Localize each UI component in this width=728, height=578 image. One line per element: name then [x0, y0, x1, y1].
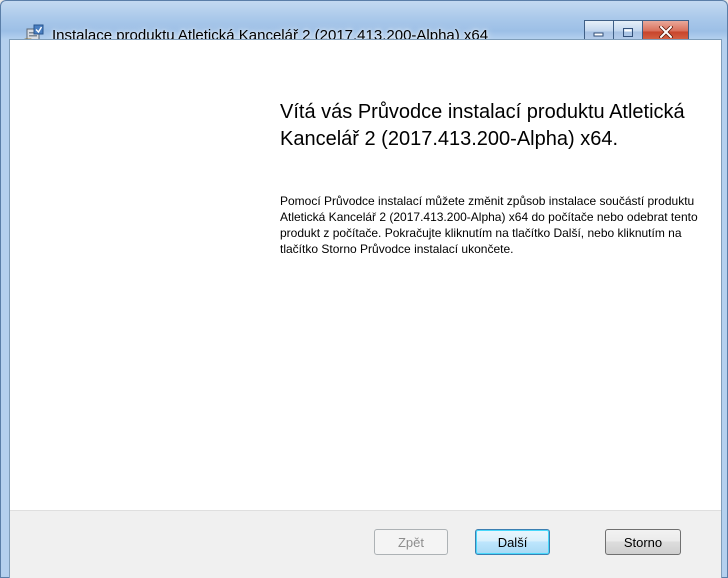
minimize-icon — [593, 32, 604, 37]
back-button[interactable]: Zpět — [374, 529, 448, 555]
title-bar[interactable]: Instalace produktu Atletická Kancelář 2 … — [1, 1, 727, 44]
button-bar: Zpět Další Storno — [10, 510, 721, 578]
installer-window: Instalace produktu Atletická Kancelář 2 … — [0, 0, 728, 578]
cancel-button[interactable]: Storno — [605, 529, 681, 555]
close-icon — [658, 26, 673, 38]
welcome-description: Pomocí Průvodce instalací můžete změnit … — [280, 194, 698, 256]
welcome-heading: Vítá vás Průvodce instalací produktu Atl… — [280, 101, 685, 150]
dialog-client-area: Vítá vás Průvodce instalací produktu Atl… — [9, 39, 722, 578]
next-button[interactable]: Další — [475, 529, 550, 555]
maximize-icon — [623, 27, 633, 37]
banner-panel — [10, 40, 250, 510]
